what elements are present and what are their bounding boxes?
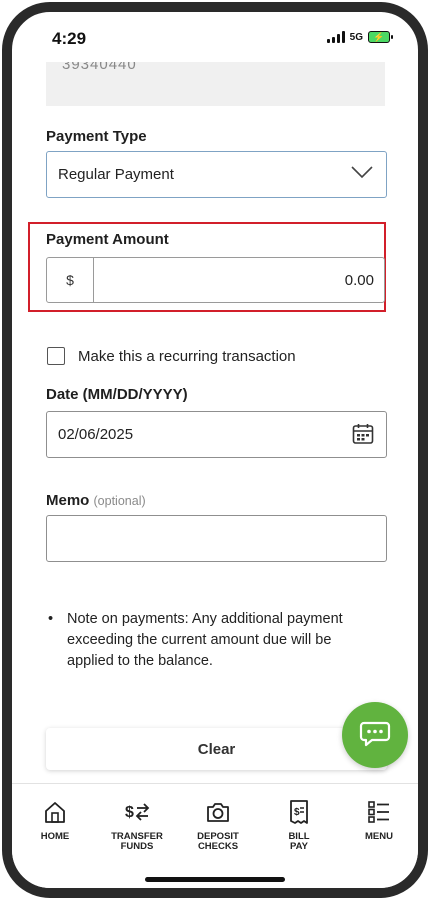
payment-type-label: Payment Type: [46, 128, 147, 145]
status-bar: 4:29 5G ⚡: [12, 12, 418, 58]
date-label: Date (MM/DD/YYYY): [46, 386, 188, 403]
tab-bill-pay-label: BILL PAY: [288, 831, 310, 852]
chevron-down-icon: [350, 164, 374, 185]
note-text: Note on payments: Any additional payment…: [67, 611, 343, 669]
payment-type-value: Regular Payment: [58, 166, 174, 183]
bottom-tab-bar: HOME $ TRANSFER FUNDS DEPOSIT CHECKS $ B…: [12, 783, 418, 888]
recurring-row[interactable]: Make this a recurring transaction: [47, 345, 296, 367]
date-value: 02/06/2025: [58, 426, 134, 443]
bill-icon: $: [259, 798, 339, 826]
clear-button[interactable]: Clear: [46, 728, 387, 770]
account-number: 39340440: [62, 62, 137, 73]
home-indicator: [145, 877, 285, 882]
payment-amount-value: 0.00: [344, 272, 374, 289]
home-icon: [15, 798, 95, 826]
chat-button[interactable]: [342, 702, 408, 768]
note-bullet: •: [48, 611, 54, 627]
tab-home-label: HOME: [40, 831, 70, 842]
battery-icon: ⚡: [368, 31, 393, 43]
calendar-icon[interactable]: [351, 422, 375, 451]
tab-transfer-label: TRANSFER FUNDS: [111, 831, 163, 852]
currency-symbol: $: [47, 258, 94, 302]
tab-menu[interactable]: MENU: [339, 798, 418, 842]
status-time: 4:29: [52, 29, 87, 48]
tab-home[interactable]: HOME: [15, 798, 95, 842]
recurring-label: Make this a recurring transaction: [78, 347, 296, 365]
memo-input[interactable]: [46, 515, 387, 562]
tab-bill-pay[interactable]: $ BILL PAY: [259, 798, 339, 852]
transfer-icon: $: [97, 798, 177, 826]
memo-label-text: Memo: [46, 492, 90, 509]
svg-text:$: $: [294, 807, 300, 818]
menu-list-icon: [339, 798, 418, 826]
tab-deposit-checks[interactable]: DEPOSIT CHECKS: [178, 798, 258, 852]
memo-label: Memo (optional): [46, 492, 146, 509]
memo-optional-text: (optional): [93, 494, 146, 508]
account-number-field: 39340440: [46, 62, 385, 106]
signal-icon: [326, 31, 345, 43]
payment-amount-label: Payment Amount: [46, 231, 169, 248]
camera-icon: [178, 798, 258, 826]
date-input[interactable]: 02/06/2025: [46, 411, 387, 458]
tab-menu-label: MENU: [365, 831, 393, 842]
recurring-checkbox[interactable]: [47, 347, 65, 365]
svg-text:$: $: [125, 804, 134, 821]
phone-frame: 4:29 5G ⚡ 39340440 Payment Type Regular …: [2, 2, 428, 898]
payment-amount-input[interactable]: $ 0.00: [46, 257, 385, 303]
network-type: 5G: [349, 31, 363, 43]
tab-transfer-funds[interactable]: $ TRANSFER FUNDS: [97, 798, 177, 852]
chat-bubble-icon: [359, 718, 391, 753]
payment-type-select[interactable]: Regular Payment: [46, 151, 387, 198]
tab-deposit-label: DEPOSIT CHECKS: [197, 831, 239, 852]
